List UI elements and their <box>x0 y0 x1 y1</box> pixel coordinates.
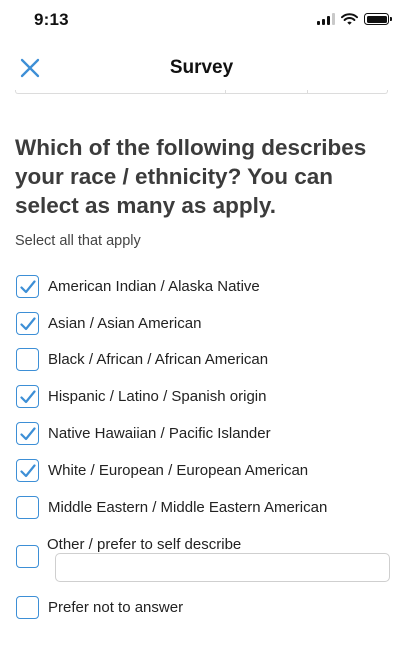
status-icons <box>317 13 392 25</box>
option-hispanic[interactable]: Hispanic / Latino / Spanish origin <box>16 385 266 408</box>
option-label: Prefer not to answer <box>48 599 184 616</box>
option-label: Black / African / African American <box>48 351 269 368</box>
option-black[interactable]: Black / African / African American <box>16 348 268 371</box>
self-describe-input[interactable] <box>55 553 390 582</box>
checkmark-icon <box>19 463 36 477</box>
checkbox[interactable] <box>16 348 39 371</box>
question-text: Which of the following describes your ra… <box>15 135 367 218</box>
other-checkbox[interactable] <box>16 545 39 568</box>
battery-icon <box>364 13 392 25</box>
option-native-hawaiian[interactable]: Native Hawaiian / Pacific Islander <box>16 422 271 445</box>
option-label: Native Hawaiian / Pacific Islander <box>48 425 271 442</box>
question-hint: Select all that apply <box>15 233 141 249</box>
option-prefer-not[interactable]: Prefer not to answer <box>16 596 183 619</box>
checkmark-icon <box>19 316 36 330</box>
wifi-icon <box>341 13 358 25</box>
checkmark-icon <box>19 389 36 403</box>
option-white[interactable]: White / European / European American <box>16 459 308 482</box>
checkmark-icon <box>19 426 36 440</box>
checkbox[interactable] <box>16 459 39 482</box>
page-title: Survey <box>169 57 234 78</box>
option-middle-eastern[interactable]: Middle Eastern / Middle Eastern American <box>16 496 327 519</box>
checkbox[interactable] <box>16 596 39 619</box>
nav-bar: Survey <box>0 44 403 92</box>
checkbox[interactable] <box>16 275 39 298</box>
previous-question-remnant <box>15 90 388 94</box>
cellular-signal-icon <box>317 13 335 25</box>
option-label: Hispanic / Latino / Spanish origin <box>48 388 267 405</box>
checkbox[interactable] <box>16 422 39 445</box>
option-label: American Indian / Alaska Native <box>48 278 260 295</box>
checkbox[interactable] <box>16 385 39 408</box>
option-label: Middle Eastern / Middle Eastern American <box>48 499 328 516</box>
checkbox[interactable] <box>16 496 39 519</box>
status-time: 9:13 <box>34 10 69 29</box>
option-asian[interactable]: Asian / Asian American <box>16 312 201 335</box>
option-label: Asian / Asian American <box>48 315 202 332</box>
status-bar: 9:13 <box>0 0 403 44</box>
option-american-indian[interactable]: American Indian / Alaska Native <box>16 275 260 298</box>
checkbox[interactable] <box>16 312 39 335</box>
other-label: Other / prefer to self describe <box>47 536 242 553</box>
checkmark-icon <box>19 279 36 293</box>
option-label: White / European / European American <box>48 462 309 479</box>
